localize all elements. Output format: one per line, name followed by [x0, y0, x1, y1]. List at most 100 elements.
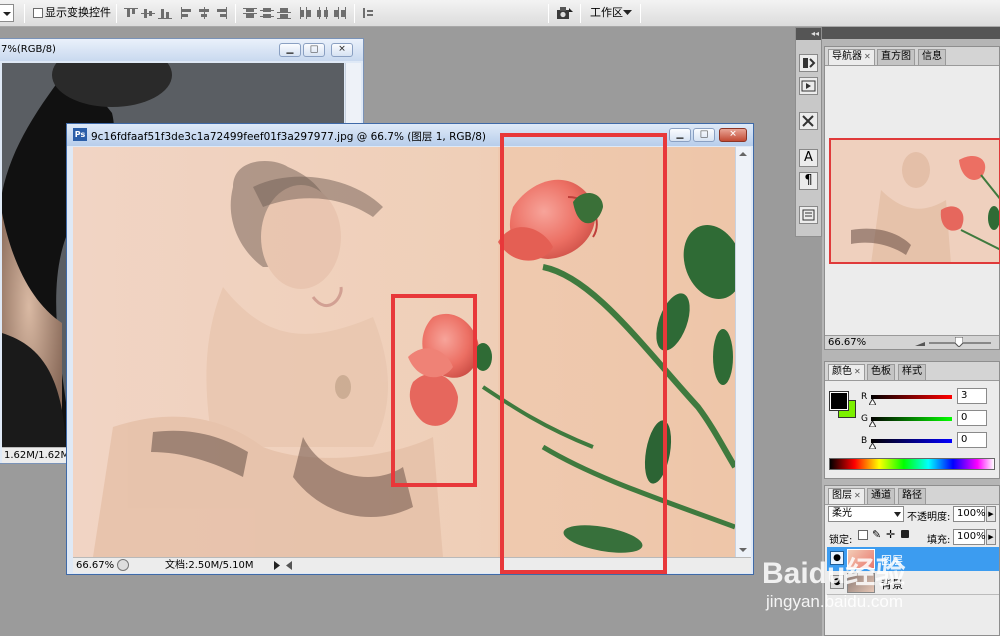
channel-label-b: B	[861, 436, 868, 446]
history-icon[interactable]	[799, 54, 818, 72]
watermark-brand: Baidu经验	[762, 557, 906, 590]
show-transform-controls-label: 显示变换控件	[45, 6, 111, 19]
zoom-level[interactable]: 66.67%	[76, 558, 114, 573]
green-value-field[interactable]: 0	[957, 410, 987, 426]
channel-label-g: G	[861, 414, 868, 424]
align-bottom-icon[interactable]	[158, 7, 172, 19]
auto-align-layers-icon[interactable]	[361, 7, 375, 19]
distribute-horizontal-center-icon[interactable]	[316, 7, 330, 19]
panel-icon-dock: ◂◂ A ¶	[795, 27, 822, 237]
minimize-button[interactable]: ▁	[669, 128, 691, 142]
fill-field[interactable]: 100%	[953, 529, 986, 545]
toolbar-separator	[24, 4, 25, 23]
dock-collapse-icon[interactable]: ◂◂	[796, 28, 821, 40]
toolbar-separator	[354, 4, 355, 23]
opacity-label: 不透明度:	[907, 512, 951, 523]
tab-navigator[interactable]: 导航器 ✕	[828, 49, 875, 65]
lock-pixels-icon[interactable]: ✎	[872, 528, 881, 541]
distribute-vertical-center-icon[interactable]	[260, 7, 274, 19]
distribute-bottom-icon[interactable]	[277, 7, 291, 19]
align-top-icon[interactable]	[124, 7, 138, 19]
align-horizontal-center-icon[interactable]	[197, 7, 211, 19]
toolbar-separator	[548, 4, 549, 23]
lock-position-icon[interactable]: ✛	[886, 528, 895, 541]
tab-paths[interactable]: 路径	[898, 488, 926, 504]
green-slider[interactable]	[871, 417, 952, 421]
fill-stepper[interactable]: ▶	[986, 529, 996, 545]
tab-swatches[interactable]: 色板	[867, 364, 895, 380]
slider-thumb-icon[interactable]	[869, 421, 876, 427]
blue-slider[interactable]	[871, 439, 952, 443]
show-transform-controls-checkbox[interactable]	[33, 8, 43, 18]
close-button[interactable]: ✕	[331, 43, 353, 57]
lock-all-icon[interactable]	[901, 530, 909, 538]
blend-mode-select[interactable]: 柔光	[828, 506, 904, 522]
bridge-icon[interactable]	[556, 5, 574, 21]
toolbar-separator	[580, 4, 581, 23]
slider-thumb-icon[interactable]	[869, 399, 876, 405]
align-right-icon[interactable]	[214, 7, 228, 19]
navigator-panel: 导航器 ✕ 直方图 信息 66.67%	[824, 46, 1000, 350]
tab-color[interactable]: 颜色 ✕	[828, 364, 865, 380]
chevron-down-icon	[894, 512, 901, 517]
tab-layers[interactable]: 图层 ✕	[828, 488, 865, 504]
watermark-url: jingyan.baidu.com	[766, 592, 904, 611]
fill-label: 填充:	[927, 535, 951, 546]
panel-column-header[interactable]	[822, 27, 1000, 39]
workspace-menu-label[interactable]: 工作区	[590, 6, 623, 20]
annotation-box-small-rose	[391, 294, 477, 487]
zoom-slider-thumb[interactable]	[955, 337, 963, 347]
zoom-out-icon[interactable]	[915, 339, 925, 347]
slider-thumb-icon[interactable]	[869, 443, 876, 449]
tab-histogram[interactable]: 直方图	[877, 49, 915, 65]
navigator-preview[interactable]	[829, 138, 1000, 264]
minimize-button[interactable]: ▁	[279, 43, 301, 57]
actions-icon[interactable]	[799, 77, 818, 95]
distribute-left-icon[interactable]	[299, 7, 313, 19]
close-button[interactable]: ✕	[719, 128, 747, 142]
window-titlebar[interactable]: 7%(RGB/8) ▁ □ ✕	[0, 39, 363, 61]
status-menu-icon[interactable]	[117, 559, 129, 571]
chevron-down-icon[interactable]	[623, 10, 632, 16]
annotation-box-large-rose	[500, 133, 667, 574]
tool-preset-dropdown[interactable]	[0, 4, 14, 22]
channel-label-r: R	[861, 392, 868, 402]
distribute-right-icon[interactable]	[333, 7, 347, 19]
layer-comps-icon[interactable]	[799, 206, 818, 224]
scroll-left-icon[interactable]	[285, 561, 293, 570]
toolbar-separator	[640, 4, 641, 23]
maximize-button[interactable]: □	[693, 128, 715, 142]
baidu-watermark: Baidu经验 jingyan.baidu.com	[760, 548, 1000, 636]
blue-value-field[interactable]: 0	[957, 432, 987, 448]
lock-label: 锁定:	[829, 535, 853, 546]
red-value-field[interactable]: 3	[957, 388, 987, 404]
color-ramp[interactable]	[829, 458, 995, 470]
window-title: 9c16fdfaaf51f3de3c1a72499feef01f3a297977…	[91, 131, 487, 143]
tab-styles[interactable]: 样式	[898, 364, 926, 380]
toolbar-separator	[116, 4, 117, 23]
maximize-button[interactable]: □	[303, 43, 325, 57]
align-vertical-center-icon[interactable]	[141, 7, 155, 19]
character-icon[interactable]: A	[799, 149, 818, 167]
align-left-icon[interactable]	[180, 7, 194, 19]
navigator-zoom[interactable]: 66.67%	[828, 337, 866, 348]
document-info: 文档:2.50M/5.10M	[165, 560, 254, 571]
lock-transparent-icon[interactable]	[858, 530, 868, 540]
window-title: 7%(RGB/8)	[1, 44, 56, 55]
vertical-scrollbar[interactable]	[735, 147, 751, 557]
options-bar: 显示变换控件 工作区	[0, 0, 1000, 27]
opacity-field[interactable]: 100%	[953, 506, 986, 522]
toolbar-separator	[235, 4, 236, 23]
document-size: 1.62M/1.62M	[4, 450, 70, 461]
photoshop-document-icon: Ps	[73, 128, 87, 141]
paragraph-icon[interactable]: ¶	[799, 172, 818, 190]
opacity-stepper[interactable]: ▶	[986, 506, 996, 522]
status-arrow-icon[interactable]	[273, 561, 281, 570]
foreground-color-swatch[interactable]	[829, 391, 849, 411]
tab-channels[interactable]: 通道	[867, 488, 895, 504]
distribute-top-icon[interactable]	[243, 7, 257, 19]
color-panel: 颜色 ✕ 色板 样式 R 3 G 0 B 0	[824, 361, 1000, 479]
red-slider[interactable]	[871, 395, 952, 399]
tab-info[interactable]: 信息	[918, 49, 946, 65]
tool-presets-icon[interactable]	[799, 112, 818, 130]
